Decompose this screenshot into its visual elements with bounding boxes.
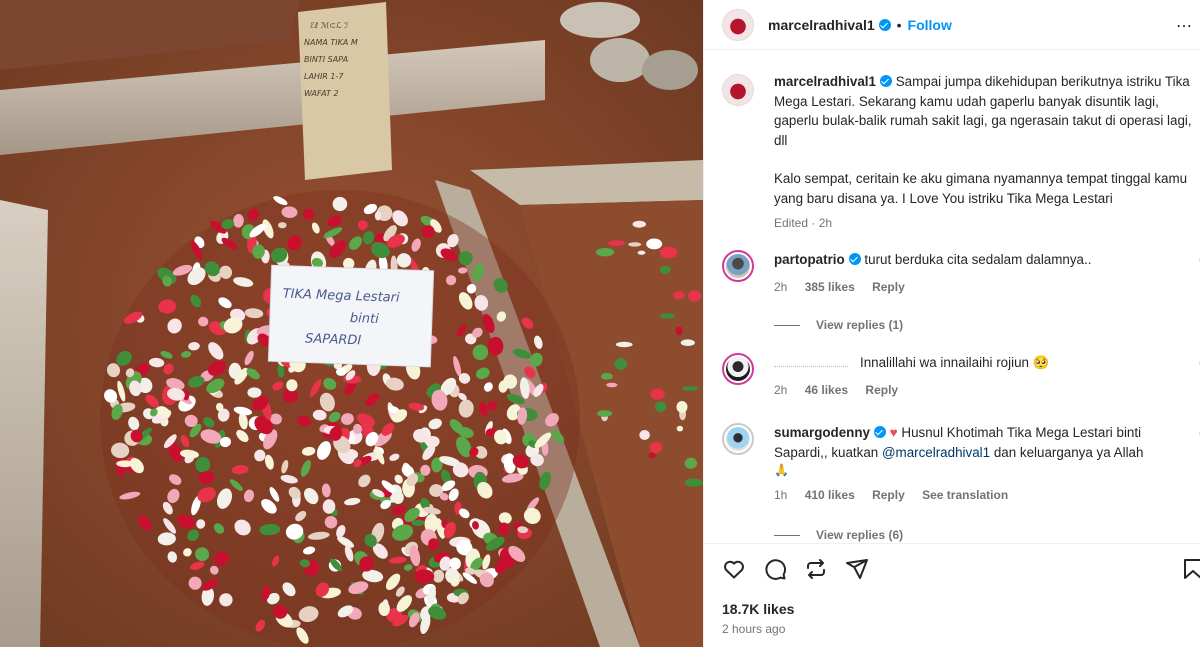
post-caption: marcelradhival1 Sampai jumpa dikehidupan… (722, 72, 1192, 234)
caption-username[interactable]: marcelradhival1 (774, 74, 876, 89)
svg-text:WAFAT 2: WAFAT 2 (304, 89, 339, 98)
more-icon[interactable]: ⋯ (1176, 16, 1193, 36)
petal (684, 478, 703, 487)
commenter-avatar[interactable] (722, 250, 754, 282)
comment-likes[interactable]: 385 likes (805, 280, 855, 294)
petal (648, 452, 656, 459)
share-icon[interactable] (845, 557, 869, 581)
verified-badge-icon (848, 253, 861, 265)
reply-button[interactable]: Reply (872, 488, 905, 502)
see-translation-button[interactable]: See translation (922, 488, 1008, 502)
replies-line (774, 534, 800, 536)
petal (374, 211, 382, 221)
comment-likes[interactable]: 410 likes (805, 488, 855, 502)
comment-item: partopatrio turut berduka cita sedalam d… (722, 250, 1200, 297)
petal (286, 379, 298, 392)
caption-paragraph-2: Kalo sempat, ceritain ke aku gimana nyam… (774, 171, 1188, 206)
petal (655, 401, 667, 413)
petal (601, 373, 613, 380)
svg-text:ℰℓ ℳ⊂ℒ ℐ: ℰℓ ℳ⊂ℒ ℐ (310, 21, 348, 30)
verified-badge-icon (879, 75, 892, 87)
caption-avatar[interactable] (722, 74, 754, 106)
comment-mention[interactable]: @marcelradhival1 (882, 445, 990, 460)
petal (597, 410, 613, 417)
commenter-avatar[interactable] (722, 423, 754, 455)
petal (659, 265, 671, 274)
comment-time: 2h (774, 382, 788, 397)
separator-dot: • (896, 16, 902, 33)
comment-icon[interactable] (763, 557, 787, 581)
heart-icon[interactable] (722, 557, 746, 581)
petal (676, 401, 688, 413)
petal (628, 242, 642, 247)
comment-item: Innalillahi wa innailaihi rojiun 🥺 2h 46… (722, 353, 1200, 400)
heart-emoji-icon: ♥ (889, 425, 898, 440)
likes-count[interactable]: 18.7K likes (722, 601, 794, 617)
svg-text:LAHIR 1-7: LAHIR 1-7 (304, 72, 344, 81)
petal (682, 386, 699, 391)
comment-item: sumargodenny ♥ Husnul Khotimah Tika Mega… (722, 423, 1200, 506)
follow-button[interactable]: Follow (908, 17, 952, 33)
author-avatar[interactable] (722, 8, 754, 41)
comment-text: Innalillahi wa innailaihi rojiun 🥺 (860, 355, 1050, 370)
svg-text:NAMA TIKA M: NAMA TIKA M (304, 38, 358, 47)
petal (639, 430, 650, 440)
sign-line-2: binti (350, 311, 380, 327)
author-username[interactable]: marcelradhival1 (768, 17, 875, 33)
svg-text:BINTI SAPA: BINTI SAPA (304, 55, 348, 64)
replies-line (774, 324, 800, 326)
reply-button[interactable]: Reply (865, 383, 898, 397)
verified-badge-icon (873, 426, 886, 438)
post-photo: ℰℓ ℳ⊂ℒ ℐ NAMA TIKA M BINTI SAPA LAHIR 1-… (0, 0, 703, 647)
grave-photo: ℰℓ ℳ⊂ℒ ℐ NAMA TIKA M BINTI SAPA LAHIR 1-… (0, 0, 703, 647)
post-sidebar: marcelradhival1 • Follow ⋯ marcelradhiva… (703, 0, 1200, 647)
comment-time: 1h (774, 488, 788, 502)
petal (646, 238, 663, 250)
reply-button[interactable]: Reply (872, 280, 905, 294)
commenter-avatar[interactable] (722, 353, 754, 385)
petal (498, 522, 510, 536)
sign-line-3: SAPARDI (305, 331, 362, 348)
petal (649, 442, 663, 453)
petal (614, 358, 628, 370)
commenter-username[interactable]: partopatrio (774, 252, 845, 267)
petal (637, 250, 646, 255)
petal (247, 387, 262, 398)
petal (684, 457, 698, 469)
comment-text: turut berduka cita sedalam dalamnya.. (864, 252, 1092, 267)
view-replies-button[interactable]: View replies (1) (774, 318, 903, 332)
petal (596, 247, 614, 257)
view-replies-button[interactable]: View replies (6) (774, 528, 903, 542)
verified-badge-icon (878, 18, 891, 31)
petal (673, 291, 685, 300)
petal (675, 326, 683, 336)
petal (632, 220, 646, 228)
petal (414, 569, 435, 584)
petal (676, 425, 684, 432)
petal (615, 341, 633, 348)
post-time: 2 hours ago (722, 622, 786, 636)
post-actions: 18.7K likes 2 hours ago (704, 543, 1200, 647)
commenter-username[interactable]: sumargodenny (774, 425, 870, 440)
petal (608, 240, 625, 246)
comment-likes[interactable]: 46 likes (805, 383, 848, 397)
post-header: marcelradhival1 • Follow ⋯ (704, 0, 1200, 50)
comment-text-after: dan keluarganya ya Allah (993, 444, 1144, 460)
repost-icon[interactable] (804, 557, 828, 581)
caption-paragraph-1: marcelradhival1 Sampai jumpa dikehidupan… (774, 72, 1192, 150)
petal (606, 382, 618, 388)
caption-meta: Edited · 2h (774, 216, 833, 230)
petal (688, 290, 701, 302)
pray-emoji-icon: 🙏 (774, 463, 789, 477)
petal (659, 313, 675, 319)
petal (680, 339, 695, 347)
view-replies-label: View replies (1) (816, 318, 904, 332)
petal (659, 246, 678, 259)
comment-time: 2h (774, 279, 788, 294)
view-replies-label: View replies (6) (816, 528, 904, 542)
redacted-username (774, 357, 848, 367)
bookmark-icon[interactable] (1181, 557, 1200, 581)
petal (650, 388, 665, 400)
